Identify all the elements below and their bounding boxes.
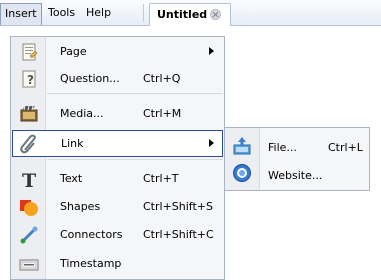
submenu-item-file[interactable]: File... Ctrl+L	[226, 134, 368, 160]
shapes-icon	[20, 200, 38, 216]
globe-icon	[233, 164, 251, 182]
menu-help[interactable]: Help	[82, 3, 115, 23]
submenu-item-shortcut: Ctrl+L	[328, 141, 363, 154]
paperclip-icon	[20, 134, 36, 154]
submenu-item-website[interactable]: Website...	[226, 162, 368, 188]
menu-item-text[interactable]: T Text Ctrl+T	[12, 165, 223, 192]
film-icon	[20, 105, 38, 122]
menu-item-page[interactable]: Page	[12, 38, 223, 65]
submenu-item-label: File...	[268, 141, 297, 154]
menu-item-timestamp[interactable]: Timestamp	[12, 250, 223, 277]
menu-insert[interactable]: Insert	[0, 3, 42, 25]
menu-item-shortcut: Ctrl+T	[143, 172, 179, 185]
menu-tools[interactable]: Tools	[44, 3, 79, 23]
menu-item-shortcut: Ctrl+Shift+S	[143, 200, 213, 213]
svg-text:T: T	[22, 170, 36, 189]
document-tab[interactable]: Untitled *	[149, 3, 231, 26]
menu-item-link[interactable]: Link	[12, 130, 223, 157]
menu-item-shapes[interactable]: Shapes Ctrl+Shift+S	[12, 193, 223, 220]
menu-item-label: Media...	[60, 107, 104, 120]
menu-item-shortcut: Ctrl+Q	[143, 72, 181, 85]
page-icon	[22, 43, 38, 61]
menu-item-shortcut: Ctrl+Shift+C	[143, 228, 214, 241]
menu-item-connectors[interactable]: Connectors Ctrl+Shift+C	[12, 221, 223, 248]
menubar-separator	[143, 4, 144, 22]
document-tab-title: Untitled *	[157, 8, 217, 21]
menu-item-label: Text	[60, 172, 83, 185]
connector-icon	[20, 226, 38, 244]
menu-item-label: Shapes	[60, 200, 101, 213]
menu-item-label: Page	[60, 45, 87, 58]
menu-item-media[interactable]: Media... Ctrl+M	[12, 100, 223, 127]
timestamp-icon	[19, 259, 39, 271]
submenu-item-label: Website...	[268, 169, 323, 182]
submenu-arrow-icon	[209, 139, 214, 147]
submenu-arrow-icon	[209, 47, 214, 55]
insert-menu: Page ? Question... Ctrl+Q Media... Ctrl+…	[10, 36, 225, 280]
menu-item-shortcut: Ctrl+M	[143, 107, 182, 120]
svg-text:?: ?	[27, 73, 34, 87]
menu-item-label: Question...	[60, 72, 120, 85]
menu-bar: Insert Tools Help Untitled *	[0, 0, 381, 26]
file-upload-icon	[233, 137, 251, 155]
menu-item-label: Timestamp	[60, 257, 122, 270]
menu-divider	[47, 93, 223, 94]
question-page-icon: ?	[22, 70, 36, 88]
menu-item-label: Link	[61, 137, 84, 150]
menu-divider	[47, 159, 223, 160]
text-t-icon: T	[22, 170, 36, 189]
menu-item-label: Connectors	[60, 228, 123, 241]
link-submenu: File... Ctrl+L Website...	[224, 127, 370, 191]
menu-item-question[interactable]: ? Question... Ctrl+Q	[12, 65, 223, 92]
close-icon[interactable]	[210, 9, 221, 20]
